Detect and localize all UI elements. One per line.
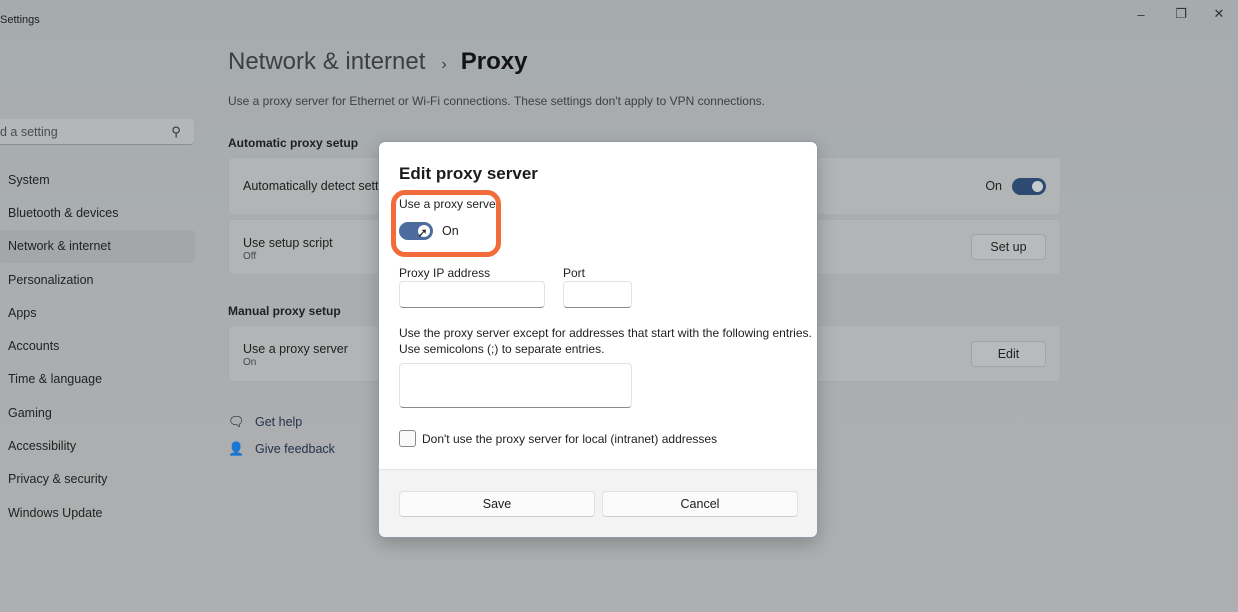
ip-address-label: Proxy IP address xyxy=(399,266,491,280)
sidebar-item-accounts[interactable]: Accounts xyxy=(0,329,195,362)
manual-section-title: Manual proxy setup xyxy=(228,304,341,318)
close-button[interactable]: ✕ xyxy=(1200,4,1238,24)
proxy-toggle-state: On xyxy=(442,224,459,238)
ip-address-input[interactable] xyxy=(399,281,545,308)
sidebar-item-system[interactable]: System xyxy=(0,163,195,196)
setup-script-title: Use setup script xyxy=(243,236,333,250)
give-feedback-label: Give feedback xyxy=(255,441,335,456)
page-title: Proxy xyxy=(460,48,528,75)
sidebar-item-label: Time & language xyxy=(8,372,103,387)
sidebar-item-label: Network & internet xyxy=(8,239,111,254)
sidebar-item-apps[interactable]: Apps xyxy=(0,296,195,329)
manual-proxy-state: On xyxy=(243,357,257,368)
minimize-button[interactable]: – xyxy=(1122,4,1160,24)
sidebar-item-label: Bluetooth & devices xyxy=(8,205,119,220)
sidebar-item-gaming[interactable]: Gaming xyxy=(0,396,195,429)
chevron-right-icon: › xyxy=(441,56,447,73)
dialog-footer: Save Cancel xyxy=(379,469,817,537)
edit-proxy-dialog: Edit proxy server Use a proxy server ➚ O… xyxy=(378,141,818,538)
feedback-icon: 👤 xyxy=(228,440,245,456)
sidebar-item-network[interactable]: Network & internet xyxy=(0,229,195,263)
give-feedback-link[interactable]: 👤 Give feedback xyxy=(228,435,335,462)
help-links: 🗨 Get help 👤 Give feedback xyxy=(228,408,335,462)
sidebar-item-label: Gaming xyxy=(8,405,52,420)
auto-detect-toggle[interactable] xyxy=(1012,178,1046,195)
sidebar-item-windows-update[interactable]: Windows Update xyxy=(0,496,195,529)
proxy-toggle-label: Use a proxy server xyxy=(399,197,500,211)
toggle-knob xyxy=(1032,181,1043,192)
dialog-title: Edit proxy server xyxy=(399,164,538,183)
get-help-link[interactable]: 🗨 Get help xyxy=(228,408,335,435)
sidebar-item-bluetooth[interactable]: Bluetooth & devices xyxy=(0,196,195,229)
sidebar-item-label: System xyxy=(8,172,50,187)
sidebar-item-label: Personalization xyxy=(8,272,94,287)
exceptions-textarea[interactable] xyxy=(399,363,632,408)
port-label: Port xyxy=(563,266,586,280)
manual-proxy-title: Use a proxy server xyxy=(243,342,348,356)
search-placeholder: d a setting xyxy=(0,124,58,139)
sidebar-item-label: Privacy & security xyxy=(8,472,108,487)
port-input[interactable] xyxy=(563,281,632,308)
sidebar-item-label: Accessibility xyxy=(8,439,77,454)
local-addresses-label: Don't use the proxy server for local (in… xyxy=(422,432,718,446)
set-up-button[interactable]: Set up xyxy=(971,234,1046,260)
search-icon[interactable]: ⚲ xyxy=(164,124,188,140)
auto-detect-state: On xyxy=(985,179,1002,193)
mouse-cursor-icon: ➚ xyxy=(417,225,428,240)
edit-button[interactable]: Edit xyxy=(971,341,1046,367)
breadcrumb: Network & internet › Proxy xyxy=(228,48,527,76)
cancel-button[interactable]: Cancel xyxy=(602,491,798,517)
automatic-section-title: Automatic proxy setup xyxy=(228,136,359,150)
save-button[interactable]: Save xyxy=(399,491,595,517)
settings-window: Settings – ❐ ✕ d a setting ⚲ System Blue… xyxy=(0,0,1238,612)
sidebar-item-time-language[interactable]: Time & language xyxy=(0,363,195,396)
sidebar-item-label: Windows Update xyxy=(8,505,103,520)
sidebar-item-label: Accounts xyxy=(8,339,60,354)
help-icon: 🗨 xyxy=(228,413,245,429)
page-description: Use a proxy server for Ethernet or Wi-Fi… xyxy=(228,94,765,108)
sidebar-nav: System Bluetooth & devices Network & int… xyxy=(0,163,195,529)
sidebar-item-privacy[interactable]: Privacy & security xyxy=(0,463,195,496)
breadcrumb-parent[interactable]: Network & internet xyxy=(228,48,425,76)
setup-script-state: Off xyxy=(243,251,257,262)
sidebar-item-accessibility[interactable]: Accessibility xyxy=(0,429,195,462)
auto-detect-title: Automatically detect settir xyxy=(243,179,386,193)
get-help-label: Get help xyxy=(255,414,303,429)
sidebar-item-label: Apps xyxy=(8,305,37,320)
search-input[interactable]: d a setting ⚲ xyxy=(0,119,194,145)
restore-button[interactable]: ❐ xyxy=(1162,4,1200,24)
exceptions-description-1: Use the proxy server except for addresse… xyxy=(399,326,812,340)
sidebar-item-personalization[interactable]: Personalization xyxy=(0,263,195,296)
exceptions-description-2: Use semicolons (;) to separate entries. xyxy=(399,342,605,356)
title-bar: Settings – ❐ ✕ xyxy=(0,0,1238,40)
local-addresses-checkbox[interactable] xyxy=(399,430,416,447)
app-title: Settings xyxy=(0,14,40,26)
